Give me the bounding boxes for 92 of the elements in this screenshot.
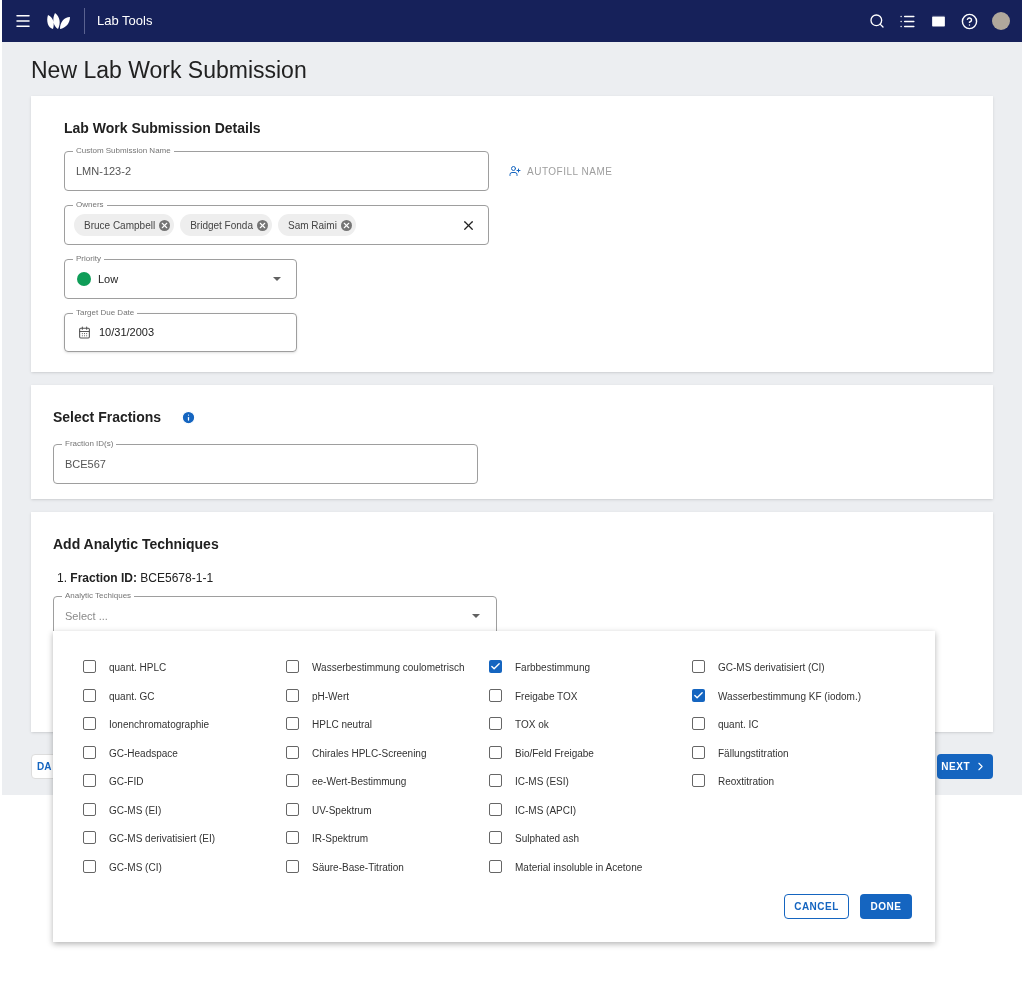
technique-option[interactable]: Chirales HPLC-Screening [286, 745, 489, 774]
technique-option[interactable]: GC-Headspace [83, 745, 286, 774]
technique-option[interactable]: Freigabe TOX [489, 688, 692, 717]
checkbox[interactable] [692, 660, 705, 673]
leaf-logo-icon [46, 11, 72, 31]
technique-option[interactable]: Wasserbestimmung coulometrisch [286, 660, 489, 689]
checkbox[interactable] [692, 774, 705, 787]
checkbox[interactable] [489, 660, 502, 673]
card-heading: Lab Work Submission Details [64, 119, 262, 138]
next-button[interactable]: NEXT [937, 754, 993, 779]
checkbox[interactable] [83, 859, 96, 873]
field-label: Target Due Date [73, 307, 138, 319]
remove-chip-icon[interactable] [159, 219, 171, 231]
checkbox[interactable] [286, 831, 299, 844]
checkbox[interactable] [286, 745, 299, 759]
fraction-id-line: 1. Fraction ID: BCE5678-1-1 [57, 570, 215, 587]
checkbox[interactable] [83, 831, 96, 844]
owner-chip[interactable]: Bruce Campbell [74, 214, 175, 236]
checkbox[interactable] [286, 660, 299, 673]
checkbox[interactable] [83, 774, 96, 787]
technique-option[interactable]: IC-MS (ESI) [489, 774, 692, 803]
checkbox[interactable] [286, 717, 299, 730]
checkbox[interactable] [692, 717, 705, 730]
technique-option[interactable]: GC-FID [83, 774, 286, 803]
owner-chip[interactable]: Bridget Fonda [180, 214, 272, 236]
checkbox[interactable] [286, 802, 299, 816]
checkbox[interactable] [286, 688, 299, 702]
field-value: 10/31/2003 [99, 325, 155, 341]
checkbox[interactable] [489, 688, 502, 702]
select-placeholder: Select ... [65, 608, 108, 624]
technique-option[interactable]: GC-MS (CI) [83, 859, 286, 888]
checkbox[interactable] [83, 802, 96, 816]
field-value: LMN-123-2 [76, 163, 132, 179]
checkbox[interactable] [83, 745, 96, 759]
field-label: Analytic Techiques [62, 590, 135, 602]
technique-option[interactable]: Wasserbestimmung KF (iodom.) [692, 688, 895, 717]
technique-option[interactable]: Sulphated ash [489, 831, 692, 860]
dropdown-arrow-icon [472, 614, 480, 618]
checkbox[interactable] [83, 688, 96, 702]
technique-option[interactable]: GC-MS derivatisiert (EI) [83, 831, 286, 860]
technique-option[interactable]: Säure-Base-Titration [286, 859, 489, 888]
remove-chip-icon[interactable] [340, 219, 352, 231]
technique-option[interactable]: GC-MS (EI) [83, 802, 286, 831]
technique-option[interactable]: Fällungstitration [692, 745, 895, 774]
search-icon[interactable] [869, 13, 885, 29]
checkbox[interactable] [489, 717, 502, 730]
technique-option[interactable]: HPLC neutral [286, 717, 489, 746]
card-heading: Add Analytic Techniques [53, 535, 220, 554]
technique-option[interactable]: IR-Spektrum [286, 831, 489, 860]
page-title: New Lab Work Submission [31, 56, 308, 84]
technique-option[interactable]: pH-Wert [286, 688, 489, 717]
done-button[interactable]: DONE [860, 894, 912, 919]
technique-option[interactable]: ee-Wert-Bestimmung [286, 774, 489, 803]
technique-option[interactable]: Reoxtitration [692, 774, 895, 803]
checkbox[interactable] [489, 859, 502, 873]
checkbox[interactable] [83, 717, 96, 730]
checkbox[interactable] [489, 745, 502, 759]
calendar-icon[interactable] [78, 326, 91, 339]
info-icon[interactable] [181, 410, 197, 425]
card-heading: Select Fractions [53, 408, 162, 427]
checkbox[interactable] [692, 688, 705, 702]
avatar[interactable] [992, 12, 1010, 30]
add-person-icon [509, 165, 521, 177]
checkbox[interactable] [692, 745, 705, 759]
dropdown-arrow-icon [273, 277, 281, 281]
checkbox[interactable] [83, 660, 96, 673]
checkbox[interactable] [489, 774, 502, 787]
technique-option[interactable]: quant. HPLC [83, 660, 286, 689]
checkbox[interactable] [286, 859, 299, 873]
menu-icon[interactable] [14, 12, 32, 30]
technique-option[interactable]: quant. IC [692, 717, 895, 746]
technique-option[interactable]: GC-MS derivatisiert (CI) [692, 660, 895, 689]
field-label: Priority [73, 253, 104, 265]
field-value: BCE567 [65, 456, 106, 472]
technique-option[interactable]: Bio/Feld Freigabe [489, 745, 692, 774]
remove-chip-icon[interactable] [257, 219, 268, 231]
cancel-button[interactable]: CANCEL [784, 894, 849, 919]
technique-option[interactable]: quant. GC [83, 688, 286, 717]
help-icon[interactable] [961, 12, 978, 30]
technique-option[interactable]: IC-MS (APCI) [489, 802, 692, 831]
app-title: Lab Tools [97, 12, 153, 31]
checkbox[interactable] [489, 831, 502, 844]
technique-option[interactable]: Ionenchromatographie [83, 717, 286, 746]
technique-option[interactable]: TOX ok [489, 717, 692, 746]
checkbox[interactable] [489, 802, 502, 816]
checkbox[interactable] [286, 774, 299, 787]
technique-option[interactable]: Farbbestimmung [489, 660, 692, 689]
technique-option[interactable]: Material insoluble in Acetone [489, 859, 692, 888]
technique-option[interactable]: UV-Spektrum [286, 802, 489, 831]
owner-chip[interactable]: Sam Raimi [278, 214, 356, 236]
field-label: Fraction ID(s) [62, 438, 117, 450]
field-value: Low [98, 271, 119, 287]
